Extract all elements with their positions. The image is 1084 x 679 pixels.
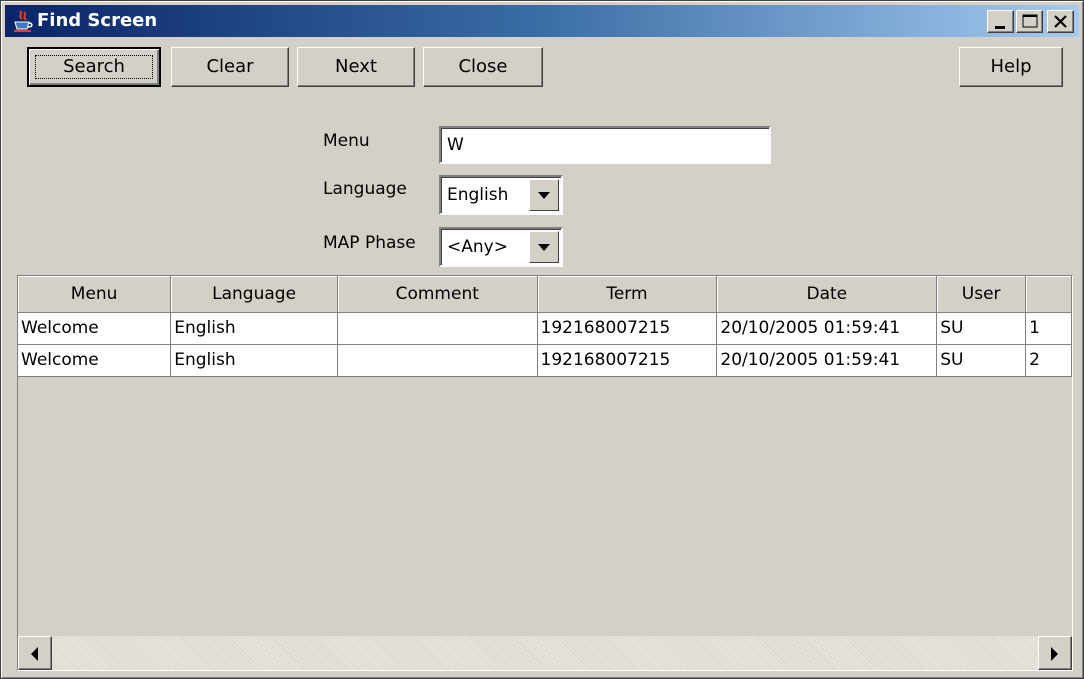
language-select[interactable]: English xyxy=(439,175,563,215)
map-phase-label: MAP Phase xyxy=(323,233,416,253)
arrow-left-icon xyxy=(31,647,38,661)
close-button-label: Close xyxy=(458,56,508,77)
clear-button[interactable]: Clear xyxy=(171,47,289,87)
clear-button-label: Clear xyxy=(206,56,254,77)
table-row[interactable]: Welcome English 192168007215 20/10/2005 … xyxy=(18,312,1072,345)
table-row[interactable]: Welcome English 192168007215 20/10/2005 … xyxy=(18,344,1072,377)
language-select-value: English xyxy=(447,185,509,205)
window-title: Find Screen xyxy=(37,10,158,31)
close-button[interactable]: Close xyxy=(423,47,543,87)
close-window-button[interactable] xyxy=(1047,10,1074,33)
map-phase-select-value: <Any> xyxy=(447,237,508,257)
scroll-left-button[interactable] xyxy=(18,636,52,670)
cell-term: 192168007215 xyxy=(537,344,718,377)
column-header-user[interactable]: User xyxy=(936,276,1027,313)
minimize-button[interactable] xyxy=(987,10,1014,33)
chevron-down-icon xyxy=(538,244,550,251)
help-button[interactable]: Help xyxy=(959,47,1063,87)
cell-menu: Welcome xyxy=(18,344,172,377)
focus-ring xyxy=(35,55,153,79)
chevron-down-icon xyxy=(538,192,550,199)
cell-menu: Welcome xyxy=(18,312,172,345)
cell-user: SU xyxy=(936,312,1027,345)
results-table: Menu Language Comment Term Date User Wel… xyxy=(18,276,1072,377)
next-button[interactable]: Next xyxy=(297,47,415,87)
cell-comment xyxy=(337,344,538,377)
cell-language: English xyxy=(170,312,338,345)
language-dropdown-button[interactable] xyxy=(529,179,559,211)
java-cup-icon xyxy=(11,9,35,33)
column-header-date[interactable]: Date xyxy=(716,276,938,313)
cell-user: SU xyxy=(936,344,1027,377)
next-button-label: Next xyxy=(335,56,377,77)
minimize-icon xyxy=(995,26,1005,29)
menu-input[interactable]: W xyxy=(439,126,771,164)
menu-label: Menu xyxy=(323,131,370,151)
help-button-label: Help xyxy=(990,56,1032,77)
column-header-sequence[interactable] xyxy=(1025,276,1072,313)
find-screen-window: Find Screen Search Clear Next Close Help… xyxy=(0,0,1084,679)
cell-sequence: 2 xyxy=(1025,344,1072,377)
results-table-area[interactable]: Menu Language Comment Term Date User Wel… xyxy=(17,275,1073,671)
title-bar[interactable]: Find Screen xyxy=(5,5,1079,37)
scroll-right-button[interactable] xyxy=(1038,636,1072,670)
cell-comment xyxy=(337,312,538,345)
column-header-menu[interactable]: Menu xyxy=(18,276,172,313)
map-phase-dropdown-button[interactable] xyxy=(529,231,559,263)
table-header-row: Menu Language Comment Term Date User xyxy=(18,276,1072,313)
column-header-term[interactable]: Term xyxy=(537,276,718,313)
arrow-right-icon xyxy=(1051,647,1058,661)
horizontal-scrollbar[interactable] xyxy=(18,636,1072,670)
cell-term: 192168007215 xyxy=(537,312,718,345)
cell-sequence: 1 xyxy=(1025,312,1072,345)
maximize-button[interactable] xyxy=(1016,10,1043,33)
cell-date: 20/10/2005 01:59:41 xyxy=(716,344,938,377)
column-header-language[interactable]: Language xyxy=(170,276,338,313)
cell-language: English xyxy=(170,344,338,377)
maximize-icon xyxy=(1022,14,1038,28)
cell-date: 20/10/2005 01:59:41 xyxy=(716,312,938,345)
column-header-comment[interactable]: Comment xyxy=(337,276,538,313)
map-phase-select[interactable]: <Any> xyxy=(439,227,563,267)
language-label: Language xyxy=(323,179,407,199)
search-button[interactable]: Search xyxy=(27,47,161,87)
close-icon xyxy=(1054,15,1067,28)
